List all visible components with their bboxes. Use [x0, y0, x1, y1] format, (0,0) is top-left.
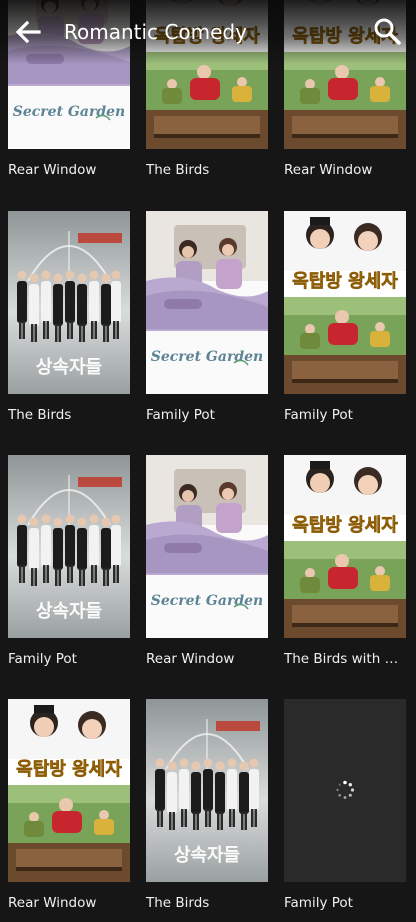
poster-rooftop-prince: 옥탑방 왕세자 [284, 455, 406, 638]
poster-title-text: 옥탑방 왕세자 [16, 759, 122, 780]
grid-item[interactable]: Family Pot [284, 699, 406, 911]
arrow-left-icon[interactable] [12, 16, 44, 48]
loading-spinner-icon [336, 780, 355, 799]
app-root: Secret Garden Rear Window 옥탑방 왕세자 The Bi… [0, 0, 416, 922]
poster-heirs: 상속자들 [8, 455, 130, 638]
poster-title-text: 상속자들 [36, 357, 102, 378]
grid-item[interactable]: 상속자들 The Birds [146, 699, 268, 911]
grid-item-title: The Birds [146, 895, 210, 911]
grid-item[interactable]: Secret Garden Rear Window [146, 455, 268, 667]
page-title: Romantic Comedy [64, 20, 247, 44]
grid-item-title: Family Pot [8, 651, 77, 667]
poster-title-text: 상속자들 [36, 601, 102, 622]
poster-title-text: 상속자들 [174, 845, 240, 866]
poster-rooftop-prince: 옥탑방 왕세자 [8, 699, 130, 882]
grid-item-title: Family Pot [284, 407, 353, 423]
poster-secret-garden: Secret Garden [146, 211, 268, 394]
poster-title-text: 옥탑방 왕세자 [292, 515, 398, 536]
grid-item[interactable]: Secret Garden Family Pot [146, 211, 268, 423]
grid-item-title: Rear Window [8, 162, 97, 178]
grid-item-title: Rear Window [8, 895, 97, 911]
grid-item-title: Rear Window [284, 162, 373, 178]
search-icon[interactable] [372, 16, 402, 46]
poster-heirs: 상속자들 [146, 699, 268, 882]
grid-item-title: The Birds [146, 162, 210, 178]
grid-item[interactable]: 상속자들 Family Pot [8, 455, 130, 667]
grid-item-title: Family Pot [284, 895, 353, 911]
grid-item-title: The Birds [8, 407, 72, 423]
poster-title-text: 옥탑방 왕세자 [292, 271, 398, 292]
drama-grid: Secret Garden Rear Window 옥탑방 왕세자 The Bi… [0, 0, 416, 922]
grid-item[interactable]: 옥탑방 왕세자 Family Pot [284, 211, 406, 423]
grid-item[interactable]: 옥탑방 왕세자 The Birds with an... [284, 455, 406, 667]
grid-item[interactable]: 옥탑방 왕세자 Rear Window [8, 699, 130, 911]
poster-loading-placeholder [284, 699, 406, 882]
poster-heirs: 상속자들 [8, 211, 130, 394]
poster-secret-garden: Secret Garden [146, 455, 268, 638]
grid-item-title: The Birds with an... [284, 651, 406, 667]
poster-rooftop-prince: 옥탑방 왕세자 [284, 211, 406, 394]
grid-item[interactable]: 상속자들 The Birds [8, 211, 130, 423]
grid-item-title: Family Pot [146, 407, 215, 423]
top-app-bar: Romantic Comedy [0, 0, 416, 64]
grid-item-title: Rear Window [146, 651, 235, 667]
